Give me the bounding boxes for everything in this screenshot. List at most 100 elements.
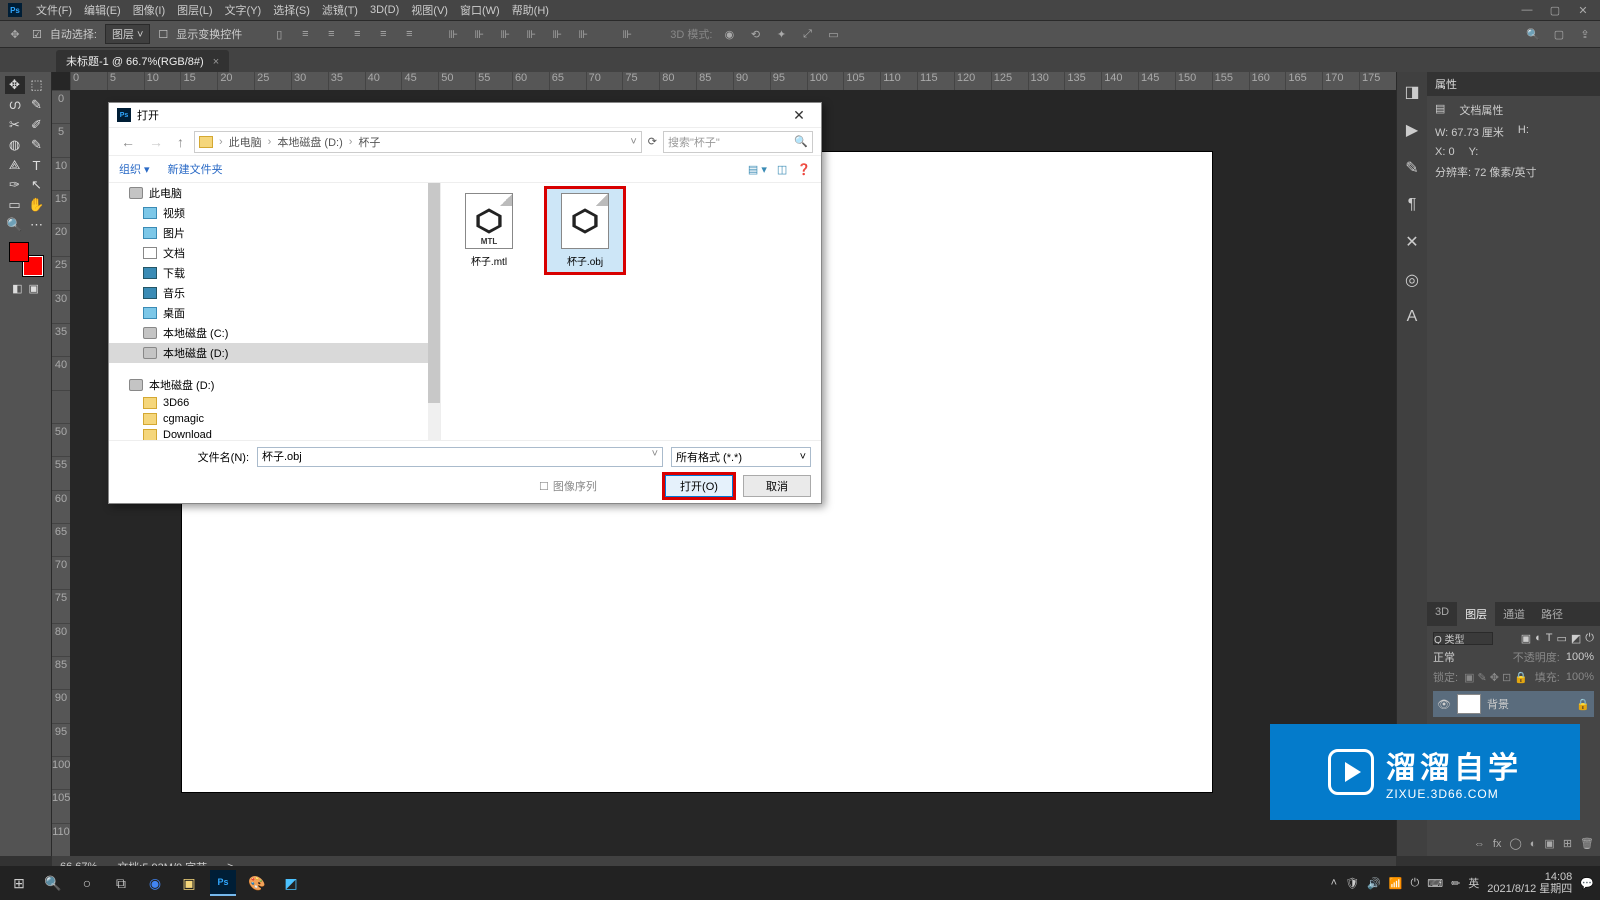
open-button[interactable]: 打开(O) bbox=[665, 475, 733, 497]
checkbox-autoselect[interactable]: ☑ bbox=[32, 28, 42, 41]
dialog-titlebar[interactable]: Ps 打开 ✕ bbox=[109, 103, 821, 127]
eyedropper-tool[interactable]: ✐ bbox=[27, 116, 47, 134]
tab-paths[interactable]: 路径 bbox=[1533, 602, 1571, 626]
tab-layers[interactable]: 图层 bbox=[1457, 602, 1495, 626]
group-icon[interactable]: ▣ bbox=[1544, 837, 1554, 850]
fx-icon[interactable]: fx bbox=[1493, 838, 1502, 850]
refresh-icon[interactable]: ⟳ bbox=[648, 135, 657, 148]
styles-panel-icon[interactable]: ✕ bbox=[1405, 232, 1418, 252]
layer-row[interactable]: 👁 背景 🔒 bbox=[1433, 691, 1594, 717]
lock-icon[interactable]: 🔒 bbox=[1576, 698, 1590, 711]
menu-layer[interactable]: 图层(L) bbox=[171, 2, 218, 18]
tree-item[interactable]: 本地磁盘 (D:) bbox=[109, 343, 440, 363]
hand-tool[interactable]: ✋ bbox=[27, 196, 47, 214]
checkbox-transform[interactable]: ☐ bbox=[158, 28, 168, 41]
notifications-icon[interactable]: 💬 bbox=[1580, 877, 1594, 890]
quickmask-icon[interactable]: ◧ bbox=[12, 282, 22, 295]
trash-icon[interactable]: 🗑 bbox=[1580, 837, 1594, 850]
zoom-tool[interactable]: 🔍 bbox=[5, 216, 25, 234]
color-panel-icon[interactable]: ◨ bbox=[1404, 82, 1419, 102]
link-icon[interactable]: ⇔ bbox=[1474, 838, 1485, 850]
visibility-icon[interactable]: 👁 bbox=[1437, 698, 1451, 711]
tree-item[interactable]: 图片 bbox=[109, 223, 440, 243]
align-icon[interactable]: ▯ bbox=[270, 25, 288, 43]
tab-3d[interactable]: 3D bbox=[1427, 602, 1457, 626]
back-icon[interactable]: ← bbox=[117, 134, 139, 150]
share-icon[interactable]: ⇪ bbox=[1576, 25, 1594, 43]
menu-image[interactable]: 图像(I) bbox=[127, 2, 171, 18]
stamp-tool[interactable]: ⟁ bbox=[5, 156, 25, 174]
ime-indicator[interactable]: 英 bbox=[1468, 875, 1479, 891]
workspace-icon[interactable]: ▢ bbox=[1550, 25, 1568, 43]
wand-tool[interactable]: ✎ bbox=[27, 96, 47, 114]
tab-close-icon[interactable]: × bbox=[213, 56, 219, 68]
cc-panel-icon[interactable]: ◎ bbox=[1405, 270, 1419, 290]
clock[interactable]: 14:08 2021/8/12 星期四 bbox=[1487, 871, 1572, 895]
menu-file[interactable]: 文件(F) bbox=[30, 2, 78, 18]
tree-item[interactable]: 3D66 bbox=[109, 395, 440, 411]
image-sequence-checkbox[interactable]: ☐图像序列 bbox=[539, 478, 597, 494]
tree-item[interactable]: 桌面 bbox=[109, 303, 440, 323]
menu-window[interactable]: 窗口(W) bbox=[454, 2, 506, 18]
tree-item[interactable]: 视频 bbox=[109, 203, 440, 223]
menu-filter[interactable]: 滤镜(T) bbox=[316, 2, 364, 18]
mask-icon[interactable]: ◯ bbox=[1509, 837, 1521, 850]
glyph-panel-icon[interactable]: A bbox=[1407, 308, 1418, 326]
preview-icon[interactable]: ◫ bbox=[777, 163, 787, 176]
menu-help[interactable]: 帮助(H) bbox=[506, 2, 555, 18]
more-tool[interactable]: ⋯ bbox=[27, 216, 47, 234]
color-swatches[interactable] bbox=[9, 242, 43, 276]
crop-tool[interactable]: ✂ bbox=[5, 116, 25, 134]
explorer-icon[interactable]: ▣ bbox=[176, 870, 202, 896]
menu-type[interactable]: 文字(Y) bbox=[219, 2, 268, 18]
type-tool[interactable]: T bbox=[27, 156, 47, 174]
file-list[interactable]: MTL杯子.mtl 杯子.obj bbox=[441, 183, 821, 440]
tree-item[interactable]: Download bbox=[109, 427, 440, 440]
tree-scrollbar[interactable] bbox=[428, 183, 440, 440]
tab-channels[interactable]: 通道 bbox=[1495, 602, 1533, 626]
tree-item[interactable]: cgmagic bbox=[109, 411, 440, 427]
start-icon[interactable]: ⊞ bbox=[6, 870, 32, 896]
brush-tool[interactable]: ✎ bbox=[27, 136, 47, 154]
filter-dropdown[interactable]: 所有格式 (*.*)˅ bbox=[671, 447, 811, 467]
chrome-icon[interactable]: ◉ bbox=[142, 870, 168, 896]
tree-item[interactable]: 音乐 bbox=[109, 283, 440, 303]
file-item[interactable]: MTL杯子.mtl bbox=[451, 189, 527, 272]
cortana-icon[interactable]: ○ bbox=[74, 870, 100, 896]
properties-tab[interactable]: 属性 bbox=[1427, 72, 1600, 96]
system-tray[interactable]: ˄ 🛡🔊📶⏻⌨✏ 英 14:08 2021/8/12 星期四 💬 bbox=[1331, 871, 1594, 895]
screenmode-icon[interactable]: ▣ bbox=[29, 282, 39, 295]
adj-icon[interactable]: ◐ bbox=[1530, 838, 1537, 850]
forward-icon[interactable]: → bbox=[145, 134, 167, 150]
path-tool[interactable]: ↖ bbox=[27, 176, 47, 194]
taskbar[interactable]: ⊞ 🔍 ○ ⧉ ◉ ▣ Ps 🎨 ◩ ˄ 🛡🔊📶⏻⌨✏ 英 14:08 2021… bbox=[0, 866, 1600, 900]
char-panel-icon[interactable]: ¶ bbox=[1408, 196, 1417, 214]
dialog-close-icon[interactable]: ✕ bbox=[785, 107, 813, 124]
filename-input[interactable]: 杯子.obj˅ bbox=[257, 447, 663, 467]
dialog-search[interactable]: 搜索"杯子"🔍 bbox=[663, 131, 813, 153]
autoselect-dropdown[interactable]: 图层 ˅ bbox=[105, 24, 150, 44]
fg-swatch[interactable] bbox=[9, 242, 29, 262]
up-icon[interactable]: ↑ bbox=[173, 134, 188, 150]
minimize-icon[interactable]: — bbox=[1514, 4, 1540, 17]
photoshop-taskbar-icon[interactable]: Ps bbox=[210, 870, 236, 896]
new-layer-icon[interactable]: ⊞ bbox=[1563, 837, 1572, 850]
heal-tool[interactable]: ◍ bbox=[5, 136, 25, 154]
menubar[interactable]: Ps 文件(F) 编辑(E) 图像(I) 图层(L) 文字(Y) 选择(S) 滤… bbox=[0, 0, 1600, 20]
maximize-icon[interactable]: ▢ bbox=[1542, 4, 1568, 17]
brush-panel-icon[interactable]: ✎ bbox=[1405, 158, 1418, 178]
menu-edit[interactable]: 编辑(E) bbox=[78, 2, 127, 18]
cancel-button[interactable]: 取消 bbox=[743, 475, 811, 497]
search-icon[interactable]: 🔍 bbox=[1524, 25, 1542, 43]
shape-tool[interactable]: ▭ bbox=[5, 196, 25, 214]
search-taskbar-icon[interactable]: 🔍 bbox=[40, 870, 66, 896]
tree-item[interactable]: 此电脑 bbox=[109, 183, 440, 203]
close-icon[interactable]: ✕ bbox=[1570, 4, 1596, 17]
view-icon[interactable]: ▤ ▾ bbox=[748, 163, 767, 176]
photos-icon[interactable]: ◩ bbox=[278, 870, 304, 896]
breadcrumb[interactable]: › 此电脑› 本地磁盘 (D:)› 杯子 ˅ bbox=[194, 131, 642, 153]
history-panel-icon[interactable]: ▶ bbox=[1406, 120, 1418, 140]
organize-link[interactable]: 组织 ▾ bbox=[119, 161, 150, 177]
distribute-icon[interactable]: ⊪ bbox=[618, 25, 636, 43]
file-item[interactable]: 杯子.obj bbox=[547, 189, 623, 272]
